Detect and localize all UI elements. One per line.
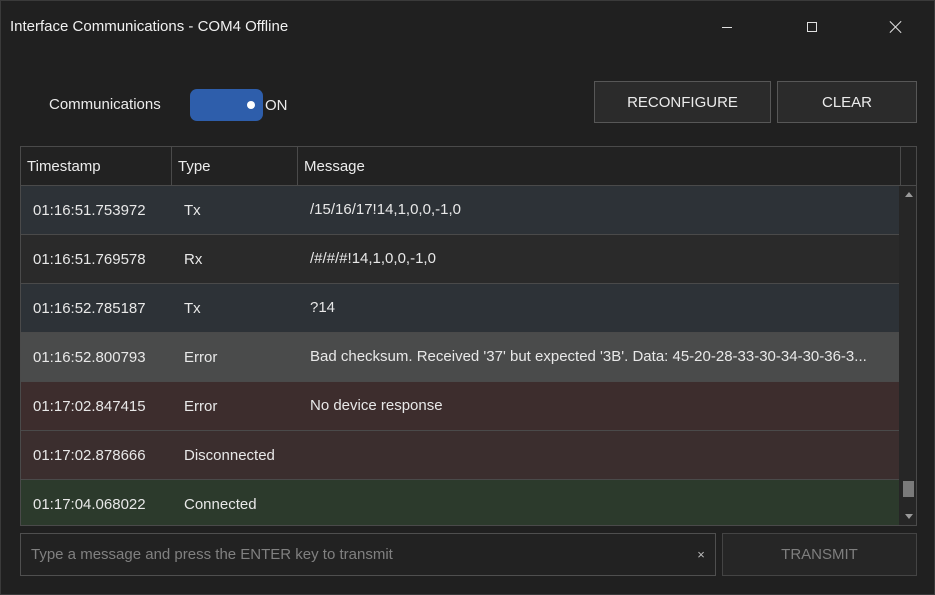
message-cell: No device response (310, 397, 443, 414)
maximize-button[interactable] (789, 1, 835, 53)
chevron-up-icon (904, 192, 913, 197)
type-cell: Error (184, 348, 218, 366)
type-cell: Rx (184, 250, 203, 268)
timestamp-cell: 01:16:51.769578 (33, 250, 146, 268)
table-row[interactable]: 01:16:51.753972 Tx /15/16/17!14,1,0,0,-1… (21, 186, 899, 235)
table-row[interactable]: 01:16:52.785187 Tx ?14 (21, 284, 899, 333)
message-log-grid: Timestamp Type Message 01:16:51.753972 T… (20, 146, 917, 526)
communications-toggle[interactable] (190, 89, 263, 121)
timestamp-cell: 01:16:51.753972 (33, 201, 146, 219)
transmit-button[interactable]: TRANSMIT (722, 533, 917, 576)
title-bar[interactable]: Interface Communications - COM4 Offline (1, 1, 934, 53)
reconfigure-button[interactable]: RECONFIGURE (594, 81, 771, 123)
type-cell: Connected (184, 495, 257, 513)
grid-header: Timestamp Type Message (21, 147, 916, 186)
message-cell: /#/#/#!14,1,0,0,-1,0 (310, 250, 436, 267)
type-cell: Tx (184, 299, 201, 317)
timestamp-cell: 01:17:02.878666 (33, 446, 146, 464)
message-cell: ?14 (310, 299, 336, 316)
message-cell: /15/16/17!14,1,0,0,-1,0 (310, 201, 461, 218)
message-cell (310, 431, 895, 479)
clear-button[interactable]: CLEAR (777, 81, 917, 123)
table-row[interactable]: 01:17:02.878666 Disconnected (21, 431, 899, 480)
maximize-icon (807, 22, 817, 32)
message-cell (310, 480, 895, 525)
window-title: Interface Communications - COM4 Offline (10, 18, 289, 35)
type-cell: Tx (184, 201, 201, 219)
close-icon (889, 21, 901, 33)
table-row[interactable]: 01:17:04.068022 Connected (21, 480, 899, 525)
vertical-scrollbar[interactable] (901, 186, 916, 525)
close-button[interactable] (872, 1, 918, 53)
message-input[interactable] (21, 534, 681, 575)
app-window: Interface Communications - COM4 Offline … (0, 0, 935, 595)
message-cell: Bad checksum. Received '37' but expected… (310, 348, 867, 365)
type-cell: Disconnected (184, 446, 275, 464)
timestamp-cell: 01:17:02.847415 (33, 397, 146, 415)
scroll-up-button[interactable] (903, 189, 914, 200)
table-row[interactable]: 01:17:02.847415 Error No device response (21, 382, 899, 431)
timestamp-cell: 01:17:04.068022 (33, 495, 146, 513)
column-header-type[interactable]: Type (172, 147, 298, 186)
minimize-icon (722, 26, 732, 28)
timestamp-cell: 01:16:52.785187 (33, 299, 146, 317)
communications-label: Communications (49, 96, 161, 113)
message-input-container: × (20, 533, 716, 576)
scroll-down-button[interactable] (903, 511, 914, 522)
table-row[interactable]: 01:16:51.769578 Rx /#/#/#!14,1,0,0,-1,0 (21, 235, 899, 284)
column-header-message[interactable]: Message (298, 147, 901, 186)
scrollbar-thumb[interactable] (903, 481, 914, 497)
timestamp-cell: 01:16:52.800793 (33, 348, 146, 366)
chevron-down-icon (904, 514, 913, 519)
clear-input-icon[interactable]: × (693, 546, 709, 562)
column-header-timestamp[interactable]: Timestamp (21, 147, 172, 186)
grid-rows: 01:16:51.753972 Tx /15/16/17!14,1,0,0,-1… (21, 186, 899, 525)
type-cell: Error (184, 397, 218, 415)
toggle-state-label: ON (265, 97, 288, 114)
minimize-button[interactable] (704, 1, 750, 53)
toggle-knob (247, 101, 255, 109)
table-row-selected[interactable]: 01:16:52.800793 Error Bad checksum. Rece… (21, 333, 899, 382)
